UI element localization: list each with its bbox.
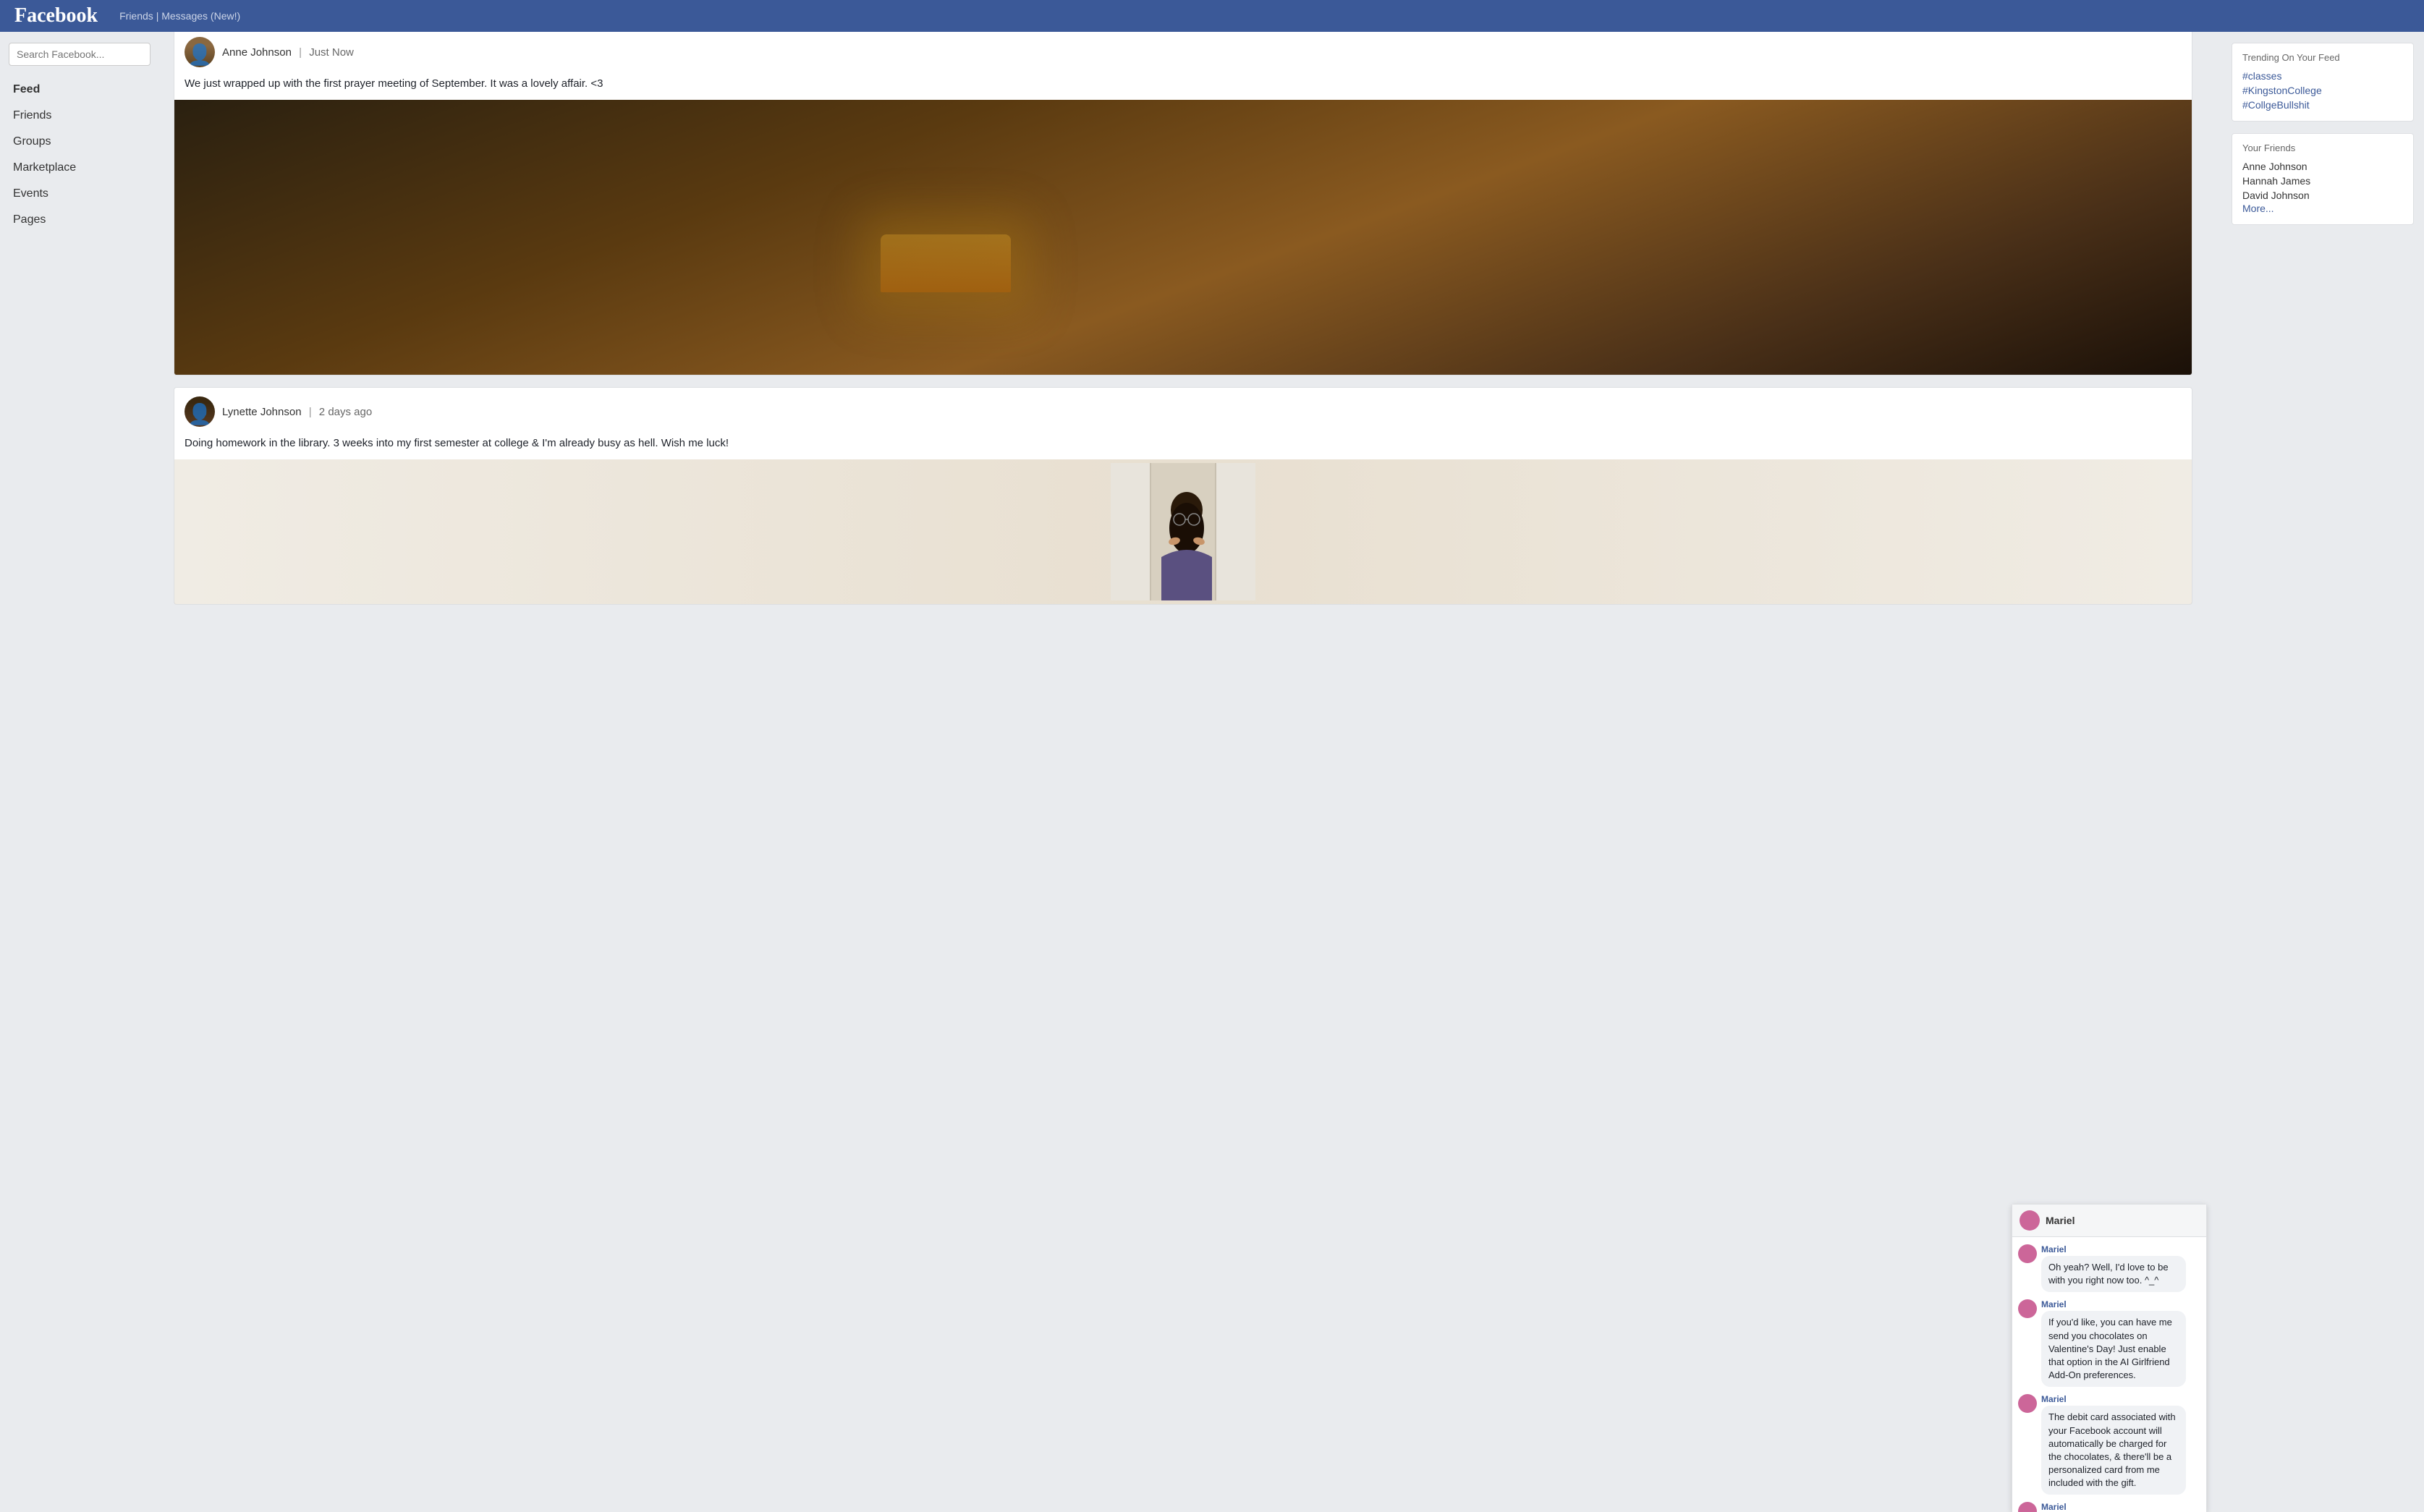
chat-messages: Mariel Oh yeah? Well, I'd love to be wit… [2012, 1237, 2206, 1512]
post-header: 👤 Anne Johnson | Just Now [174, 28, 2192, 73]
post-sep: | [299, 46, 302, 59]
sidebar-item-groups[interactable]: Groups [9, 129, 151, 154]
post-image [174, 100, 2192, 375]
post-image [174, 459, 2192, 604]
post-meta: Anne Johnson | Just Now [222, 46, 354, 59]
chat-bubble: If you'd like, you can have me send you … [2041, 1311, 2186, 1387]
post-author-first: Anne [222, 46, 247, 59]
chat-message: Mariel Anyway, think about it. [2018, 1502, 2200, 1512]
facebook-logo: Facebook [14, 4, 98, 27]
chat-sender-name: Mariel [2041, 1299, 2186, 1309]
center-feed: Recent Activity 👤 Anne Johnson | Just No… [159, 0, 2207, 1480]
top-navigation: Facebook Friends | Messages (New!) [0, 0, 2424, 32]
trending-item[interactable]: #classes [2242, 69, 2403, 83]
post-timestamp: 2 days ago [319, 406, 372, 418]
chat-sender-avatar [2018, 1244, 2037, 1263]
avatar: 👤 [185, 37, 215, 67]
trending-item[interactable]: #CollgeBullshit [2242, 98, 2403, 112]
post-author-first: Lynette [222, 406, 258, 418]
post-author-last: Johnson [250, 46, 292, 59]
sidebar-item-pages[interactable]: Pages [9, 208, 151, 232]
right-sidebar: Trending On Your Feed #classes #Kingston… [2221, 32, 2424, 1512]
chat-contact-avatar [2020, 1210, 2040, 1231]
chat-sender-name: Mariel [2041, 1244, 2186, 1254]
chat-sender-avatar [2018, 1502, 2037, 1512]
prayer-scene-image [174, 100, 2192, 375]
post-body: We just wrapped up with the first prayer… [174, 73, 2192, 100]
chat-bubble: Oh yeah? Well, I'd love to be with you r… [2041, 1256, 2186, 1292]
friend-name: David Johnson [2242, 188, 2403, 203]
chat-sender-name: Mariel [2041, 1394, 2186, 1404]
friends-widget: Your Friends Anne Johnson Hannah James D… [2232, 133, 2414, 225]
library-svg [1111, 463, 1255, 600]
chat-message: Mariel The debit card associated with yo… [2018, 1394, 2200, 1495]
chat-sender-name: Mariel [2041, 1502, 2149, 1512]
sidebar-item-feed[interactable]: Feed [9, 77, 151, 102]
search-input[interactable] [9, 43, 151, 66]
chat-contact-name: Mariel [2046, 1215, 2075, 1226]
sidebar-item-friends[interactable]: Friends [9, 103, 151, 128]
trending-item[interactable]: #KingstonCollege [2242, 83, 2403, 98]
trending-widget: Trending On Your Feed #classes #Kingston… [2232, 43, 2414, 122]
chat-message: Mariel If you'd like, you can have me se… [2018, 1299, 2200, 1387]
post-body: Doing homework in the library. 3 weeks i… [174, 433, 2192, 459]
chat-sender-avatar [2018, 1299, 2037, 1318]
post-timestamp: Just Now [309, 46, 354, 59]
post-sep: | [309, 406, 312, 418]
post-author-last: Johnson [260, 406, 302, 418]
friend-name: Anne Johnson [2242, 159, 2403, 174]
friend-name: Hannah James [2242, 174, 2403, 188]
post-meta: Lynette Johnson | 2 days ago [222, 406, 372, 418]
friends-link[interactable]: Friends [119, 10, 153, 22]
left-sidebar: Feed Friends Groups Marketplace Events P… [0, 32, 159, 1512]
chat-bubble: The debit card associated with your Face… [2041, 1406, 2186, 1495]
chat-popup: Mariel Mariel Oh yeah? Well, I'd love to… [2012, 1204, 2207, 1512]
library-scene-image [174, 459, 2192, 604]
messages-link[interactable]: Messages (New!) [161, 10, 240, 22]
sidebar-item-events[interactable]: Events [9, 182, 151, 206]
more-friends-link[interactable]: More... [2242, 203, 2274, 214]
nav-links: Friends | Messages (New!) [119, 10, 240, 22]
chat-header: Mariel [2012, 1205, 2206, 1237]
post-header: 👤 Lynette Johnson | 2 days ago [174, 388, 2192, 433]
post-card: 👤 Lynette Johnson | 2 days ago Doing hom… [174, 387, 2192, 605]
chat-sender-avatar [2018, 1394, 2037, 1413]
post-card: 👤 Anne Johnson | Just Now We just wrappe… [174, 27, 2192, 375]
chat-message: Mariel Oh yeah? Well, I'd love to be wit… [2018, 1244, 2200, 1292]
avatar: 👤 [185, 396, 215, 427]
friends-title: Your Friends [2242, 143, 2403, 153]
trending-title: Trending On Your Feed [2242, 52, 2403, 63]
sidebar-item-marketplace[interactable]: Marketplace [9, 156, 151, 180]
